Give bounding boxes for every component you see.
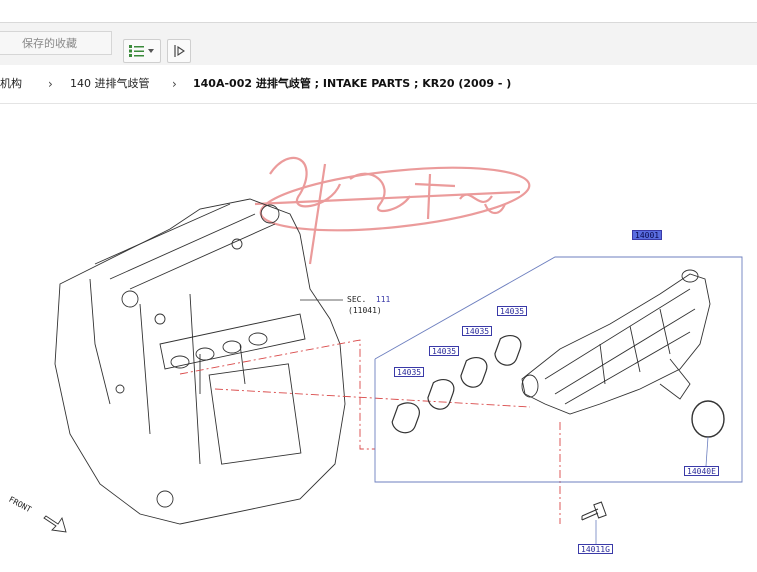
saved-search-field[interactable]: 保存的收藏 [0, 31, 112, 55]
callout-14035-c[interactable]: 14035 [462, 326, 493, 336]
breadcrumb-item-2[interactable]: 140 进排气歧管 [70, 65, 150, 103]
red-leader-lines [179, 339, 561, 524]
callout-14035-b[interactable]: 14035 [429, 346, 460, 356]
breadcrumb-item-1[interactable]: 机构 [0, 65, 22, 103]
watermark-signature [254, 156, 531, 265]
intake-manifold [521, 269, 711, 415]
callout-14035-a[interactable]: 14035 [394, 367, 425, 377]
list-view-icon [129, 45, 154, 57]
chevron-down-icon [148, 49, 154, 53]
chevron-right-icon: › [48, 77, 53, 91]
o-ring [691, 400, 725, 438]
toolbar: 保存的收藏 [0, 22, 757, 66]
callout-14035-d[interactable]: 14035 [497, 306, 528, 316]
sort-button[interactable] [167, 39, 191, 63]
callout-14001[interactable]: 14001 [632, 230, 663, 240]
breadcrumb-current: 140A-002 进排气歧管 ; INTAKE PARTS ; KR20 (20… [193, 77, 512, 90]
sec-reference: SEC. 111 [347, 295, 391, 304]
breadcrumb: 机构 › 140 进排气歧管 › 140A-002 进排气歧管 ; INTAKE… [0, 65, 757, 104]
chevron-right-icon: › [172, 77, 177, 91]
callout-14040e[interactable]: 14040E [684, 466, 719, 476]
top-strip [0, 0, 757, 22]
callout-14011g[interactable]: 14011G [578, 544, 613, 554]
parts-diagram: SEC. 111 (11041) FRONT 14001 14035 14035… [0, 104, 757, 572]
diagram-drawing [43, 156, 743, 545]
sort-icon [174, 45, 185, 57]
front-arrow-icon [43, 515, 67, 533]
bolt [581, 501, 607, 521]
sec-sub-reference: (11041) [348, 306, 382, 315]
list-view-dropdown-button[interactable] [123, 39, 161, 63]
engine-block [54, 198, 346, 525]
